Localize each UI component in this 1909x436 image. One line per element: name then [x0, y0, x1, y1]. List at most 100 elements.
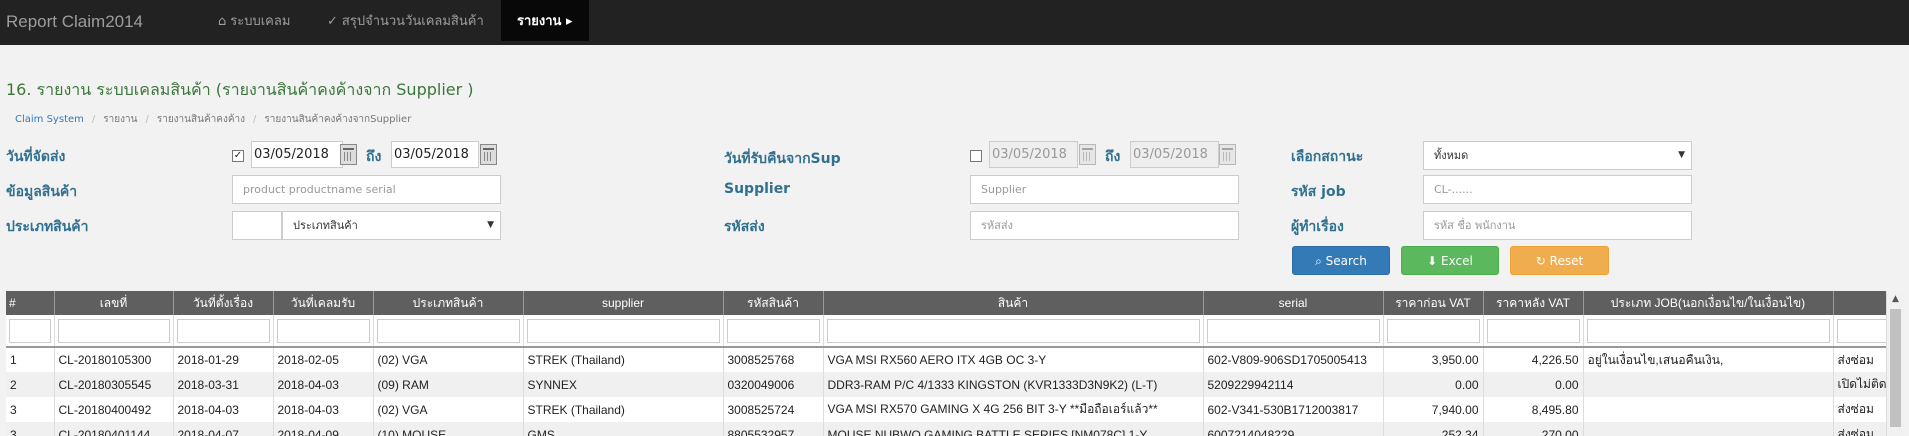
home-icon: ⌂ — [218, 14, 227, 29]
column-header[interactable] — [1833, 291, 1886, 315]
table-cell: 8805532957 — [723, 422, 824, 436]
nav-claim-system[interactable]: ⌂ ระบบเคลม — [218, 0, 290, 41]
table-cell: 3 — [6, 422, 55, 436]
report-table: # เลขที่ วันที่ตั้งเรื่อง วันที่เคลมรับ … — [6, 291, 1886, 436]
table-cell: เปิดไม่ติด — [1833, 372, 1886, 397]
return-date-checkbox[interactable] — [970, 150, 982, 162]
calendar-icon[interactable] — [1079, 144, 1096, 165]
ship-code-input[interactable]: รหัสส่ง — [970, 211, 1239, 240]
column-filter-input[interactable] — [1586, 318, 1830, 343]
calendar-icon[interactable] — [1219, 144, 1236, 165]
table-cell: VGA MSI RX570 GAMING X 4G 256 BIT 3-Y **… — [823, 397, 1204, 422]
report-table-container: # เลขที่ วันที่ตั้งเรื่อง วันที่เคลมรับ … — [6, 291, 1886, 436]
table-cell: 2018-04-03 — [173, 397, 274, 422]
chevron-down-icon: ▼ — [487, 220, 494, 230]
column-filter-input[interactable] — [276, 318, 370, 343]
column-header[interactable]: วันที่เคลมรับ — [273, 291, 374, 315]
table-scrollbar[interactable]: ▲ — [1886, 291, 1904, 436]
table-cell: 2018-03-31 — [173, 372, 274, 397]
table-row[interactable]: 3 CL-20180400492 2018-04-03 2018-04-03 (… — [6, 397, 1886, 422]
table-cell: (10) MOUSE — [373, 422, 524, 436]
column-header[interactable]: เลขที่ — [54, 291, 174, 315]
table-row[interactable]: 2 CL-20180305545 2018-03-31 2018-04-03 (… — [6, 372, 1886, 397]
breadcrumb-report[interactable]: รายงาน — [103, 114, 137, 125]
chevron-down-icon: ▼ — [1678, 150, 1685, 160]
column-filter-input[interactable] — [526, 318, 720, 343]
table-cell: ส่งซ่อม — [1833, 422, 1886, 436]
excel-button[interactable]: ⬇ Excel — [1401, 246, 1499, 275]
breadcrumb-claim-system[interactable]: Claim System — [15, 114, 84, 125]
product-type-select[interactable]: ประเภทสินค้า ▼ — [282, 211, 501, 240]
table-cell: MOUSE NUBWO GAMING BATTLE SERIES [NM078C… — [823, 422, 1204, 436]
breadcrumb-current: รายงานสินค้าคงค้างจากSupplier — [264, 114, 412, 125]
column-filter-input[interactable] — [726, 318, 820, 343]
column-header[interactable]: วันที่ตั้งเรื่อง — [173, 291, 274, 315]
table-cell: 7,940.00 — [1383, 397, 1484, 422]
column-header[interactable]: สินค้า — [823, 291, 1204, 315]
table-cell: (09) RAM — [373, 372, 524, 397]
table-row[interactable]: 3 CL-20180401144 2018-04-07 2018-04-09 (… — [6, 422, 1886, 436]
column-filter-input[interactable] — [176, 318, 270, 343]
ship-date-checkbox[interactable]: ✓ — [232, 150, 244, 162]
column-filter-input[interactable] — [1386, 318, 1480, 343]
return-date-to-input[interactable]: 03/05/2018 — [1130, 141, 1219, 168]
product-info-input[interactable]: product productname serial — [232, 175, 501, 204]
status-select[interactable]: ทั้งหมด ▼ — [1423, 141, 1692, 170]
scrollbar-thumb[interactable] — [1890, 309, 1901, 427]
column-filter-input[interactable] — [1836, 318, 1886, 343]
table-cell: 252.34 — [1383, 422, 1484, 436]
owner-label: ผู้ทำเรื่อง — [1291, 219, 1344, 235]
column-filter-input[interactable] — [1206, 318, 1380, 343]
column-filter-input[interactable] — [57, 318, 170, 343]
column-header[interactable]: supplier — [523, 291, 724, 315]
ship-date-to-label: ถึง — [366, 149, 382, 165]
column-header[interactable]: รหัสสินค้า — [723, 291, 824, 315]
table-cell: 0.00 — [1483, 372, 1584, 397]
table-cell: CL-20180400492 — [54, 397, 174, 422]
product-type-code-input[interactable] — [232, 211, 282, 240]
column-header[interactable]: ประเภทสินค้า — [373, 291, 524, 315]
owner-input[interactable]: รหัส ชื่อ พนักงาน — [1423, 211, 1692, 240]
app-brand[interactable]: Report Claim2014 — [6, 12, 143, 32]
table-cell: 602-V809-906SD1705005413 — [1203, 347, 1384, 372]
ship-date-to-input[interactable]: 03/05/2018 — [391, 141, 479, 168]
table-cell: 2018-01-29 — [173, 347, 274, 372]
supplier-input[interactable]: Supplier — [970, 175, 1239, 204]
table-filter-row — [6, 315, 1886, 348]
table-cell: 2018-04-03 — [273, 372, 374, 397]
column-filter-input[interactable] — [826, 318, 1200, 343]
column-header[interactable]: ราคาก่อน VAT — [1383, 291, 1484, 315]
column-filter-input[interactable] — [376, 318, 520, 343]
search-button[interactable]: ⌕ Search — [1292, 246, 1390, 275]
column-header[interactable]: serial — [1203, 291, 1384, 315]
reset-button[interactable]: ↻ Reset — [1510, 246, 1609, 275]
table-cell — [1583, 422, 1834, 436]
table-cell: 0320049006 — [723, 372, 824, 397]
column-header[interactable]: ประเภท JOB(นอกเงื่อนไข/ในเงื่อนไข) — [1583, 291, 1834, 315]
column-filter-input[interactable] — [9, 318, 51, 343]
table-cell: 3008525724 — [723, 397, 824, 422]
refresh-icon: ↻ — [1535, 254, 1546, 268]
nav-reports[interactable]: รายงาน ▸ — [501, 0, 589, 41]
table-cell: 2 — [6, 372, 55, 397]
calendar-icon[interactable] — [340, 144, 357, 165]
scroll-up-icon[interactable]: ▲ — [1892, 294, 1899, 304]
table-cell: 2018-04-09 — [273, 422, 374, 436]
column-header[interactable]: # — [6, 291, 55, 315]
ship-date-label: วันที่จัดส่ง — [6, 149, 66, 165]
table-cell: 1 — [6, 347, 55, 372]
table-cell: 3 — [6, 397, 55, 422]
job-code-input[interactable]: CL-...... — [1423, 175, 1692, 204]
table-row[interactable]: 1 CL-20180105300 2018-01-29 2018-02-05 (… — [6, 347, 1886, 372]
column-filter-input[interactable] — [1486, 318, 1580, 343]
ship-date-from-input[interactable]: 03/05/2018 — [251, 141, 343, 168]
breadcrumb-outstanding[interactable]: รายงานสินค้าคงค้าง — [157, 114, 245, 125]
table-header-row: # เลขที่ วันที่ตั้งเรื่อง วันที่เคลมรับ … — [6, 291, 1886, 315]
nav-claim-days-summary[interactable]: ✓ สรุปจำนวนวันเคลมสินค้า — [327, 0, 484, 41]
return-date-from-input[interactable]: 03/05/2018 — [989, 141, 1078, 168]
search-icon: ⌕ — [1315, 254, 1322, 268]
calendar-icon[interactable] — [480, 144, 497, 165]
table-cell: 3008525768 — [723, 347, 824, 372]
caret-right-icon: ▸ — [565, 14, 573, 29]
column-header[interactable]: ราคาหลัง VAT — [1483, 291, 1584, 315]
